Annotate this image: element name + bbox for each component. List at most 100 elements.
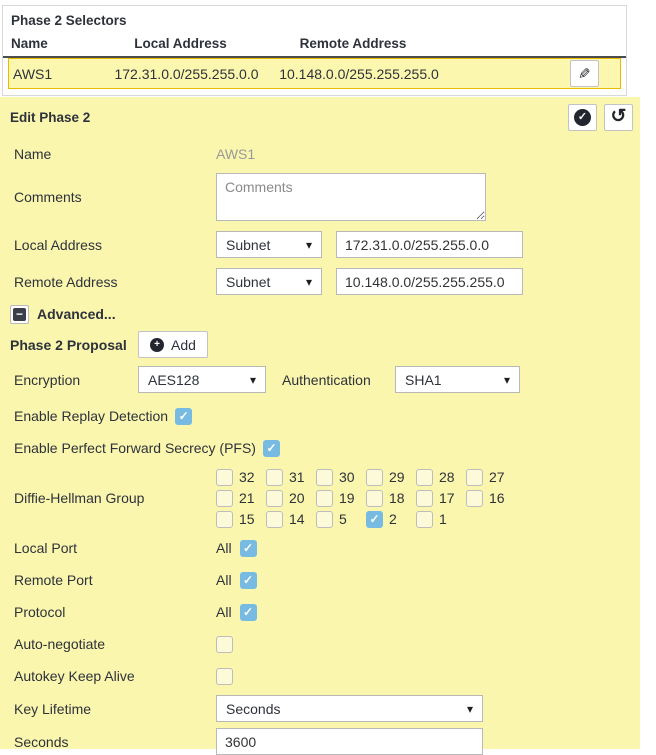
dh-checkbox-17[interactable] bbox=[416, 490, 433, 507]
phase2-proposal-label: Phase 2 Proposal bbox=[10, 337, 138, 353]
pfs-label: Enable Perfect Forward Secrecy (PFS) bbox=[14, 440, 256, 456]
dh-group-option-28: 28 bbox=[416, 469, 466, 486]
phase2-selectors-title: Phase 2 Selectors bbox=[3, 10, 626, 35]
remote-port-all-checkbox[interactable] bbox=[240, 572, 257, 589]
name-value: AWS1 bbox=[216, 146, 255, 162]
dh-group-option-32: 32 bbox=[216, 469, 266, 486]
dh-checkbox-label: 32 bbox=[239, 469, 255, 485]
add-button-label: Add bbox=[171, 337, 196, 353]
dh-checkbox-label: 15 bbox=[239, 511, 255, 527]
replay-detection-label: Enable Replay Detection bbox=[14, 408, 168, 424]
dh-checkbox-label: 18 bbox=[389, 490, 405, 506]
dh-checkbox-15[interactable] bbox=[216, 511, 233, 528]
add-proposal-button[interactable]: + Add bbox=[138, 331, 208, 358]
dh-checkbox-5[interactable] bbox=[316, 511, 333, 528]
edit-row-button[interactable]: ✎ bbox=[570, 60, 599, 87]
dh-checkbox-1[interactable] bbox=[416, 511, 433, 528]
dh-grid-row: 212019181716 bbox=[216, 490, 516, 507]
row-remote-cell: 10.148.0.0/255.255.255.0 bbox=[279, 66, 439, 82]
revert-button[interactable]: ↺ bbox=[604, 104, 633, 131]
edit-phase2-title: Edit Phase 2 bbox=[10, 110, 90, 125]
remote-type-value: Subnet bbox=[226, 274, 270, 290]
local-address-type-select[interactable]: Subnet ▾ bbox=[216, 231, 322, 258]
dh-checkbox-label: 29 bbox=[389, 469, 405, 485]
dh-checkbox-32[interactable] bbox=[216, 469, 233, 486]
dh-checkbox-31[interactable] bbox=[266, 469, 283, 486]
encryption-label: Encryption bbox=[14, 372, 138, 388]
dh-checkbox-30[interactable] bbox=[316, 469, 333, 486]
comments-label: Comments bbox=[14, 189, 216, 205]
dh-checkbox-20[interactable] bbox=[266, 490, 283, 507]
name-label: Name bbox=[14, 146, 216, 162]
advanced-collapse-button[interactable]: − bbox=[10, 305, 29, 324]
dh-checkbox-28[interactable] bbox=[416, 469, 433, 486]
encryption-value: AES128 bbox=[148, 372, 199, 388]
seconds-label: Seconds bbox=[14, 734, 216, 750]
dh-checkbox-label: 31 bbox=[289, 469, 305, 485]
local-address-input[interactable] bbox=[336, 231, 523, 258]
seconds-input[interactable] bbox=[216, 728, 483, 755]
pfs-checkbox[interactable] bbox=[263, 440, 280, 457]
phase2-selectors-panel: Phase 2 Selectors Name Local Address Rem… bbox=[2, 5, 627, 96]
dh-group-option-21: 21 bbox=[216, 490, 266, 507]
auto-negotiate-checkbox[interactable] bbox=[216, 636, 233, 653]
dh-grid-row: 32 31 30 29 28 27 bbox=[216, 469, 516, 486]
dh-checkbox-27[interactable] bbox=[466, 469, 483, 486]
protocol-all-checkbox[interactable] bbox=[240, 604, 257, 621]
dh-grid-row: 1514521 bbox=[216, 511, 516, 528]
dh-checkbox-label: 28 bbox=[439, 469, 455, 485]
dh-group-option-31: 31 bbox=[266, 469, 316, 486]
dh-checkbox-16[interactable] bbox=[466, 490, 483, 507]
key-lifetime-value: Seconds bbox=[226, 701, 280, 717]
dh-checkbox-label: 14 bbox=[289, 511, 305, 527]
dh-group-option-19: 19 bbox=[316, 490, 366, 507]
remote-port-all-label: All bbox=[216, 572, 232, 588]
dh-checkbox-29[interactable] bbox=[366, 469, 383, 486]
column-header-remote: Remote Address bbox=[273, 36, 433, 51]
remote-address-input[interactable] bbox=[336, 268, 523, 295]
dh-group-option-16: 16 bbox=[466, 490, 516, 507]
chevron-down-icon: ▾ bbox=[467, 702, 473, 716]
dh-group-option-18: 18 bbox=[366, 490, 416, 507]
autokey-keep-alive-checkbox[interactable] bbox=[216, 668, 233, 685]
authentication-label: Authentication bbox=[282, 372, 395, 388]
dh-checkbox-label: 21 bbox=[239, 490, 255, 506]
dh-group-option-14: 14 bbox=[266, 511, 316, 528]
dh-checkbox-label: 19 bbox=[339, 490, 355, 506]
minus-icon: − bbox=[13, 308, 26, 321]
protocol-all-label: All bbox=[216, 604, 232, 620]
undo-icon: ↺ bbox=[611, 107, 627, 126]
dh-checkbox-19[interactable] bbox=[316, 490, 333, 507]
column-header-name: Name bbox=[3, 36, 98, 51]
local-address-label: Local Address bbox=[14, 237, 216, 253]
dh-group-label: Diffie-Hellman Group bbox=[14, 490, 216, 506]
dh-checkbox-18[interactable] bbox=[366, 490, 383, 507]
local-port-label: Local Port bbox=[14, 540, 216, 556]
row-local-cell: 172.31.0.0/255.255.0.0 bbox=[104, 66, 269, 82]
local-port-all-checkbox[interactable] bbox=[240, 540, 257, 557]
dh-group-option-29: 29 bbox=[366, 469, 416, 486]
pencil-icon: ✎ bbox=[578, 65, 591, 83]
dh-checkbox-14[interactable] bbox=[266, 511, 283, 528]
authentication-value: SHA1 bbox=[405, 372, 442, 388]
dh-group-option-30: 30 bbox=[316, 469, 366, 486]
dh-checkbox-21[interactable] bbox=[216, 490, 233, 507]
dh-group-option-17: 17 bbox=[416, 490, 466, 507]
chevron-down-icon: ▾ bbox=[306, 275, 312, 289]
encryption-select[interactable]: AES128 ▾ bbox=[138, 366, 266, 393]
remote-address-type-select[interactable]: Subnet ▾ bbox=[216, 268, 322, 295]
replay-detection-checkbox[interactable] bbox=[175, 408, 192, 425]
dh-checkbox-2[interactable] bbox=[366, 511, 383, 528]
chevron-down-icon: ▾ bbox=[504, 373, 510, 387]
dh-checkbox-label: 2 bbox=[389, 511, 397, 527]
row-name-cell: AWS1 bbox=[9, 66, 104, 82]
dh-group-option-27: 27 bbox=[466, 469, 516, 486]
selector-table-row[interactable]: AWS1 172.31.0.0/255.255.0.0 10.148.0.0/2… bbox=[8, 58, 621, 89]
dh-group-option-15: 15 bbox=[216, 511, 266, 528]
comments-textarea[interactable] bbox=[216, 173, 486, 221]
chevron-down-icon: ▾ bbox=[250, 373, 256, 387]
edit-phase2-header: Edit Phase 2 ✓ ↺ bbox=[0, 97, 640, 131]
key-lifetime-select[interactable]: Seconds ▾ bbox=[216, 695, 483, 722]
authentication-select[interactable]: SHA1 ▾ bbox=[395, 366, 520, 393]
confirm-button[interactable]: ✓ bbox=[568, 104, 597, 131]
